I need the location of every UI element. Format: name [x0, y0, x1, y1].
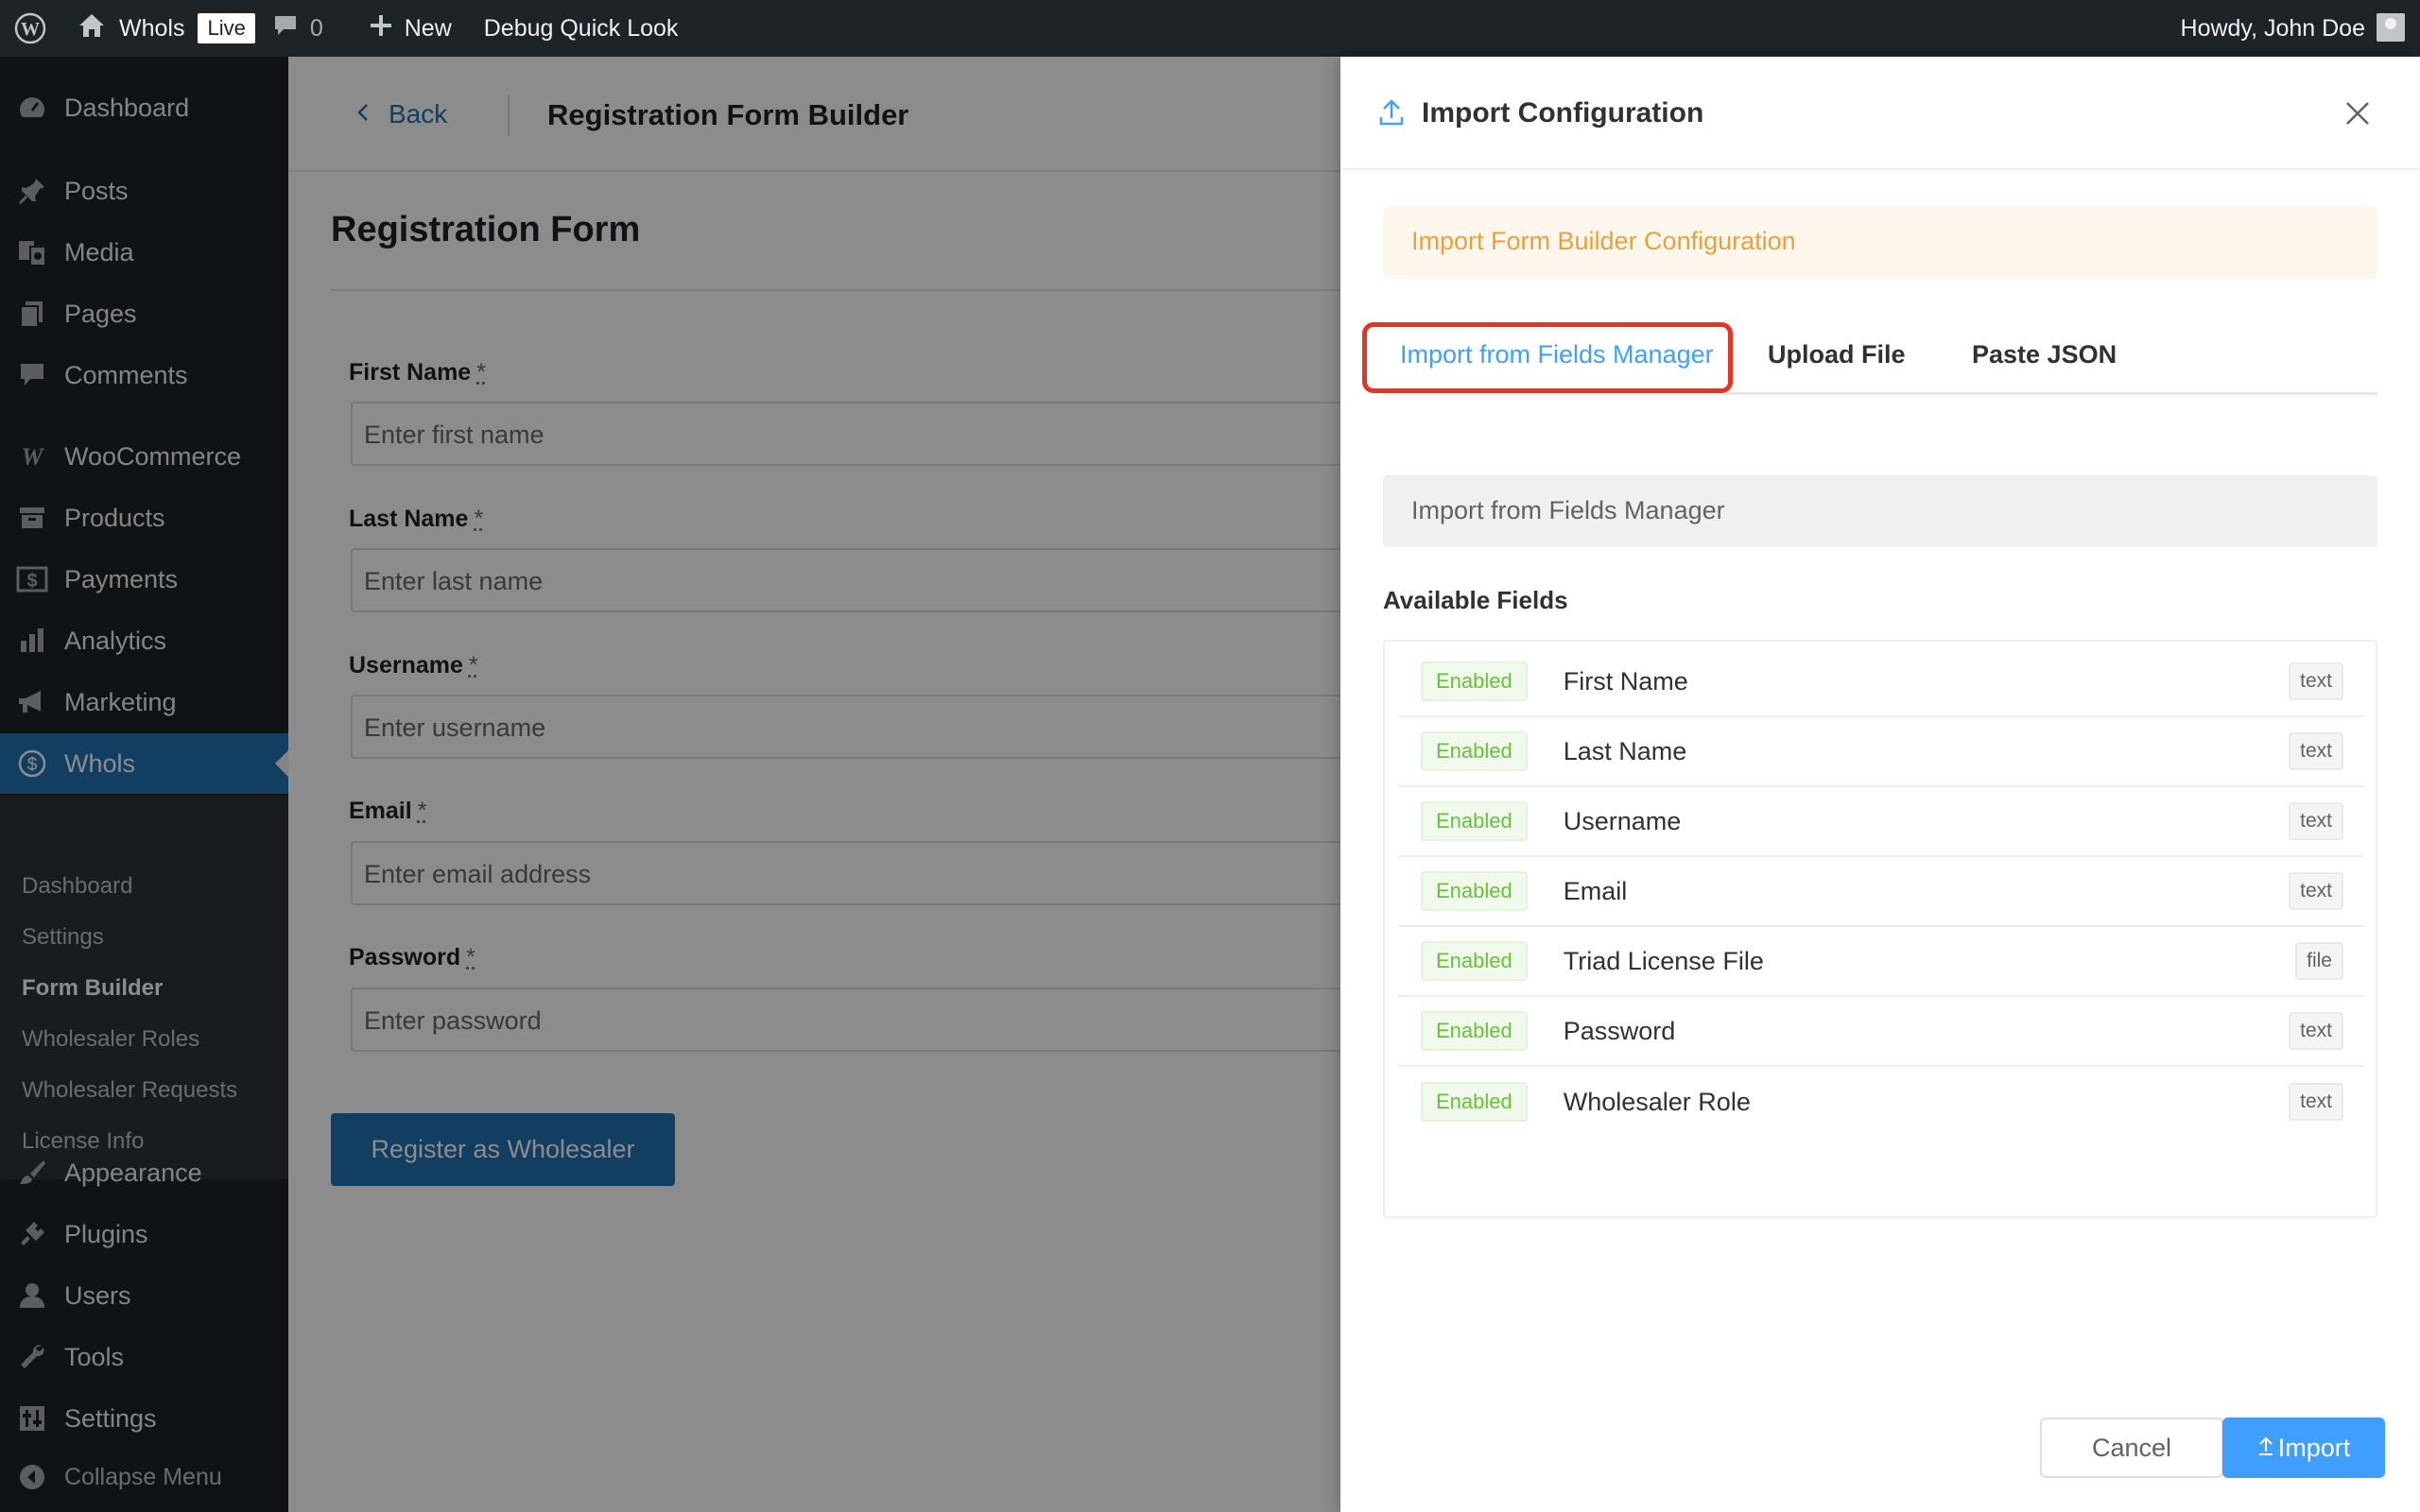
new-content-menu[interactable]: New [369, 0, 452, 57]
modal-overlay[interactable] [0, 57, 1340, 1512]
field-name: Password [1563, 1016, 1676, 1045]
status-badge: Enabled [1421, 801, 1528, 841]
field-name: Email [1563, 876, 1628, 905]
comment-icon [272, 13, 299, 44]
tab-upload-file[interactable]: Upload File [1768, 340, 1906, 369]
list-item: Enabled Username text [1398, 787, 2364, 857]
list-item: Enabled Password text [1398, 997, 2364, 1067]
status-badge: Enabled [1421, 871, 1528, 911]
field-name: First Name [1563, 666, 1688, 696]
field-type-tag: file [2295, 942, 2343, 980]
drawer-title: Import Configuration [1422, 97, 1704, 129]
list-item: Enabled First Name text [1398, 647, 2364, 717]
wordpress-logo-icon[interactable]: W [0, 0, 60, 57]
admin-bar: W Whols Live 0 New Debug Quick Look Howd… [0, 0, 2420, 57]
tab-highlight-annotation [1362, 322, 1733, 393]
field-name: Last Name [1563, 736, 1687, 765]
status-badge: Enabled [1421, 1011, 1528, 1051]
home-icon [78, 12, 106, 45]
status-badge: Enabled [1421, 941, 1528, 981]
field-type-tag: text [2289, 1083, 2343, 1121]
field-name: Username [1563, 806, 1682, 835]
new-label: New [404, 14, 452, 42]
upload-icon [2257, 1434, 2274, 1463]
comments-menu[interactable]: 0 [272, 0, 323, 57]
info-notice: Import Form Builder Configuration [1383, 206, 2377, 279]
field-type-tag: text [2289, 802, 2343, 840]
upload-icon [1378, 98, 1405, 131]
debug-quick-look[interactable]: Debug Quick Look [484, 0, 679, 57]
field-name: Triad License File [1563, 946, 1764, 975]
field-type-tag: text [2289, 732, 2343, 770]
drawer-header: Import Configuration [1340, 57, 2420, 170]
comments-count: 0 [309, 14, 323, 42]
live-badge: Live [198, 13, 255, 43]
import-source-field[interactable]: Import from Fields Manager [1383, 475, 2377, 547]
field-type-tag: text [2289, 1012, 2343, 1050]
avatar[interactable] [2377, 13, 2405, 42]
status-badge: Enabled [1421, 662, 1528, 701]
available-fields-list: Enabled First Name text Enabled Last Nam… [1383, 640, 2377, 1218]
import-drawer: Import Configuration Import Form Builder… [1340, 57, 2420, 1512]
list-item: Enabled Email text [1398, 857, 2364, 927]
import-button[interactable]: Import [2222, 1418, 2385, 1478]
tab-paste-json[interactable]: Paste JSON [1972, 340, 2117, 369]
site-menu[interactable]: Whols Live [60, 0, 255, 57]
import-label: Import [2277, 1433, 2351, 1462]
status-badge: Enabled [1421, 731, 1528, 771]
list-item: Enabled Last Name text [1398, 717, 2364, 787]
list-item: Enabled Triad License File file [1398, 927, 2364, 997]
cancel-button[interactable]: Cancel [2040, 1418, 2223, 1478]
list-item: Enabled Wholesaler Role text [1398, 1067, 2364, 1137]
available-fields-title: Available Fields [1383, 586, 1568, 614]
plus-icon [369, 13, 393, 44]
svg-text:W: W [21, 19, 40, 40]
field-type-tag: text [2289, 872, 2343, 910]
status-badge: Enabled [1421, 1082, 1528, 1122]
close-icon[interactable] [2344, 100, 2371, 131]
site-name: Whols [119, 14, 185, 42]
field-name: Wholesaler Role [1563, 1087, 1751, 1116]
howdy-user[interactable]: Howdy, John Doe [2181, 0, 2365, 57]
field-type-tag: text [2289, 662, 2343, 700]
